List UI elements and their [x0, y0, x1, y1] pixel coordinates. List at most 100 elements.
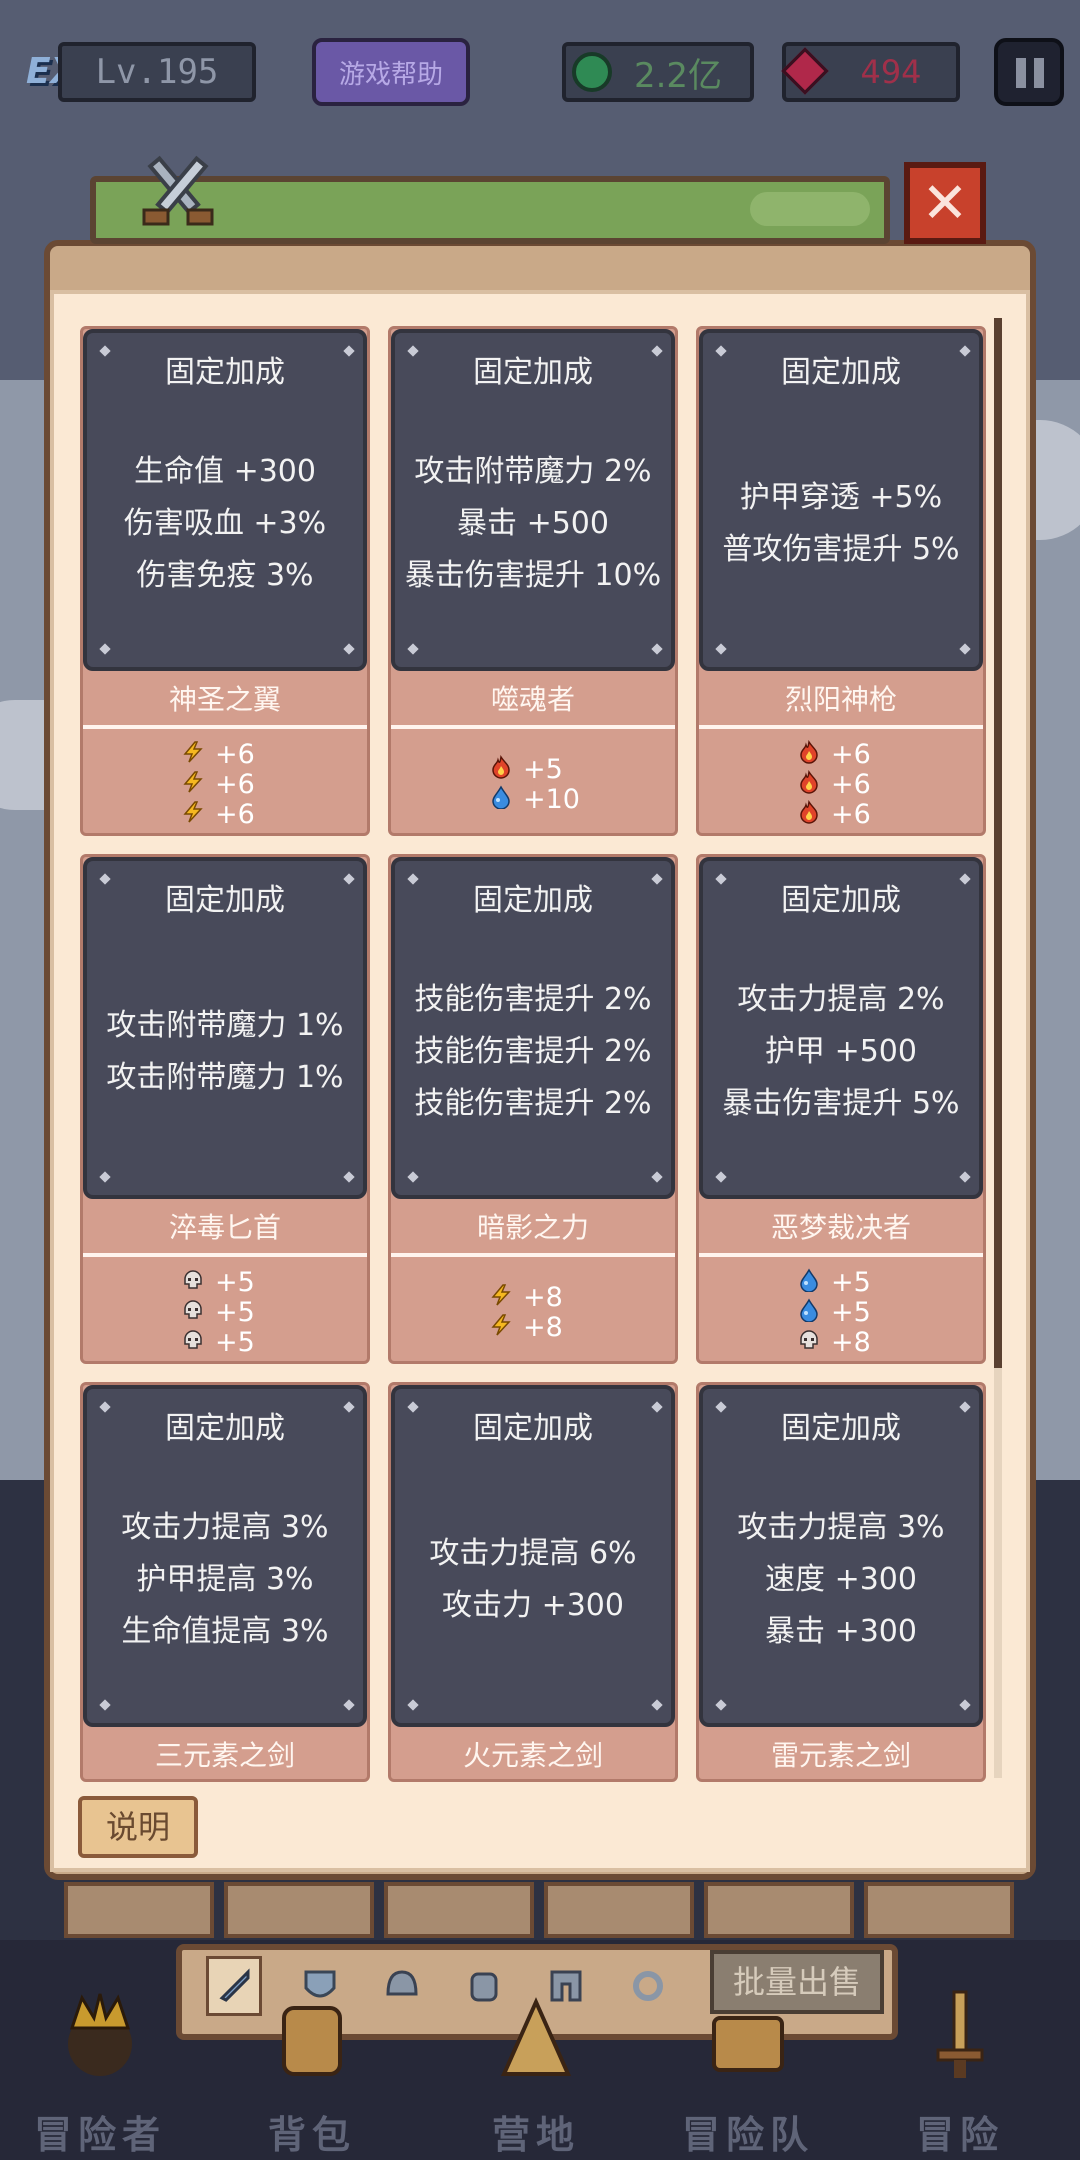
element-bonus-row: +5 — [797, 1266, 885, 1298]
fire-icon — [797, 800, 821, 828]
corner-dot — [343, 643, 355, 655]
lightning-icon — [181, 800, 205, 828]
set-bonus-card[interactable]: 固定加成 生命值 +300 伤害吸血 +3% 伤害免疫 3% 神圣之翼 +6 +6 +6 — [80, 326, 370, 836]
element-bonus-list: +8 +8 — [391, 1257, 675, 1361]
nav-label: 背包 — [267, 2113, 356, 2157]
element-bonus-row: +10 — [489, 784, 580, 815]
equipment-slot[interactable] — [224, 1882, 374, 1938]
crossed-swords-icon — [142, 155, 214, 226]
backpack-icon — [282, 2006, 342, 2076]
card-stats-panel: 固定加成攻击附带魔力 1% 攻击附带魔力 1% — [83, 857, 367, 1199]
level-display: Lv.195 — [58, 42, 256, 102]
explain-button[interactable]: 说明 — [78, 1796, 198, 1858]
emerald-icon — [572, 52, 612, 92]
equipment-slot[interactable] — [544, 1882, 694, 1938]
card-stats-panel: 固定加成 生命值 +300 伤害吸血 +3% 伤害免疫 3% — [83, 329, 367, 671]
element-bonus-list: +5 +5 +8 — [699, 1257, 983, 1361]
card-stat-list: 攻击力提高 3% 护甲提高 3% 生命值提高 3% — [87, 1465, 363, 1695]
set-name: 三元素之剑 — [83, 1727, 367, 1779]
card-stat-list: 生命值 +300 伤害吸血 +3% 伤害免疫 3% — [87, 409, 363, 639]
scrollbar-thumb[interactable] — [994, 318, 1002, 1368]
card-stat-list: 攻击附带魔力 1% 攻击附带魔力 1% — [87, 937, 363, 1167]
skull-icon — [181, 1328, 205, 1356]
water-icon — [797, 1298, 821, 1326]
set-bonus-card[interactable]: 固定加成 护甲穿透 +5% 普攻伤害提升 5% 烈阳神枪 +6 +6 +6 — [696, 326, 986, 836]
corner-dot — [715, 1699, 727, 1711]
corner-dot — [99, 643, 111, 655]
nav-camp[interactable]: 营地 — [456, 1978, 616, 2158]
equipment-slot-row — [64, 1882, 1014, 1938]
element-bonus-value: +8 — [523, 1281, 563, 1313]
nav-party[interactable]: 冒险队 — [668, 1978, 828, 2158]
set-name: 淬毒匕首 — [83, 1199, 367, 1257]
element-bonus-row: +5 — [489, 753, 577, 785]
ruby-count: 494 — [860, 53, 922, 91]
set-bonus-card[interactable]: 固定加成 攻击力提高 3% 护甲提高 3% 生命值提高 3% 三元素之剑 — [80, 1382, 370, 1782]
equipment-slot[interactable] — [384, 1882, 534, 1938]
nav-label: 营地 — [491, 2113, 580, 2157]
lightning-icon — [181, 740, 205, 768]
game-help-button[interactable]: 游戏帮助 — [312, 38, 470, 106]
element-bonus-row: +6 — [797, 799, 885, 830]
card-title: 固定加成 — [165, 883, 285, 918]
equipment-slot[interactable] — [704, 1882, 854, 1938]
element-bonus-value: +6 — [215, 738, 255, 770]
set-bonus-card[interactable]: 固定加成 攻击附带魔力 2% 暴击 +500 暴击伤害提升 10% 噬魂者 +5 +10 — [388, 326, 678, 836]
set-bonus-card[interactable]: 固定加成 攻击力提高 6% 攻击力 +300 火元素之剑 — [388, 1382, 678, 1782]
equipment-slot[interactable] — [864, 1882, 1014, 1938]
stat-line: 暴击 +500 — [457, 506, 609, 541]
lightning-icon — [489, 1283, 513, 1311]
equipment-slot[interactable] — [64, 1882, 214, 1938]
element-bonus-value: +5 — [215, 1326, 255, 1358]
element-bonus-row: +6 — [181, 798, 269, 830]
set-bonus-card[interactable]: 固定加成 技能伤害提升 2% 技能伤害提升 2% 技能伤害提升 2% 暗影之力 +8 +8 — [388, 854, 678, 1364]
element-bonus-value: +6 — [215, 768, 255, 800]
stat-line: 攻击附带魔力 2% — [414, 454, 652, 489]
nav-adventurer[interactable]: 冒险者 — [20, 1978, 180, 2158]
card-stats-panel: 固定加成 攻击力提高 2% 护甲 +500 暴击伤害提升 5% — [699, 857, 983, 1199]
corner-dot — [407, 643, 419, 655]
stat-line: 伤害免疫 3% — [136, 558, 314, 593]
corner-dot — [99, 1699, 111, 1711]
stat-line: 技能伤害提升 2% — [414, 1034, 652, 1069]
corner-dot — [715, 643, 727, 655]
set-name: 噬魂者 — [391, 671, 675, 729]
nav-adventure[interactable]: 冒险 — [880, 1978, 1040, 2158]
corner-dot — [959, 643, 971, 655]
party-icon — [712, 2016, 784, 2072]
close-button[interactable]: ✕ — [904, 162, 986, 244]
corner-dot — [343, 1171, 355, 1183]
stat-line: 攻击力提高 2% — [737, 982, 945, 1017]
set-name: 神圣之翼 — [83, 671, 367, 729]
nav-label: 冒险者 — [33, 2113, 166, 2157]
fire-icon — [797, 740, 821, 768]
element-bonus-value: +5 — [215, 1296, 255, 1328]
skull-icon — [181, 1298, 205, 1326]
stat-line: 护甲穿透 +5% — [739, 480, 943, 515]
stat-line: 暴击伤害提升 5% — [722, 1086, 960, 1121]
set-bonus-card[interactable]: 固定加成 攻击力提高 3% 速度 +300 暴击 +300 雷元素之剑 — [696, 1382, 986, 1782]
set-bonus-card[interactable]: 固定加成 攻击附带魔力 1% 攻击附带魔力 1% 淬毒匕首 +5 +5 +5 — [80, 854, 370, 1364]
corner-dot — [407, 1699, 419, 1711]
nav-backpack[interactable]: 背包 — [232, 1978, 392, 2158]
element-bonus-row: +5 — [181, 1326, 269, 1358]
element-bonus-value: +5 — [523, 753, 563, 785]
element-bonus-value: +6 — [831, 738, 871, 770]
card-stats-panel: 固定加成 攻击力提高 3% 护甲提高 3% 生命值提高 3% — [83, 1385, 367, 1727]
element-bonus-row: +5 — [181, 1296, 269, 1328]
set-name: 暗影之力 — [391, 1199, 675, 1257]
element-bonus-value: +6 — [215, 798, 255, 830]
element-bonus-row: +8 — [489, 1281, 577, 1313]
stat-line: 攻击附带魔力 1% — [106, 1060, 344, 1095]
pause-button[interactable] — [994, 38, 1064, 106]
card-title: 固定加成 — [473, 883, 593, 918]
fire-icon — [489, 755, 513, 783]
skull-icon — [181, 1268, 205, 1296]
element-bonus-value: +5 — [831, 1266, 871, 1298]
set-bonus-card[interactable]: 固定加成 攻击力提高 2% 护甲 +500 暴击伤害提升 5% 恶梦裁决者 +5 +5 +8 — [696, 854, 986, 1364]
corner-dot — [651, 1171, 663, 1183]
stat-line: 暴击伤害提升 10% — [404, 558, 662, 593]
card-stat-list: 攻击力提高 2% 护甲 +500 暴击伤害提升 5% — [703, 937, 979, 1167]
element-bonus-value: +6 — [831, 768, 871, 800]
corner-dot — [343, 1699, 355, 1711]
